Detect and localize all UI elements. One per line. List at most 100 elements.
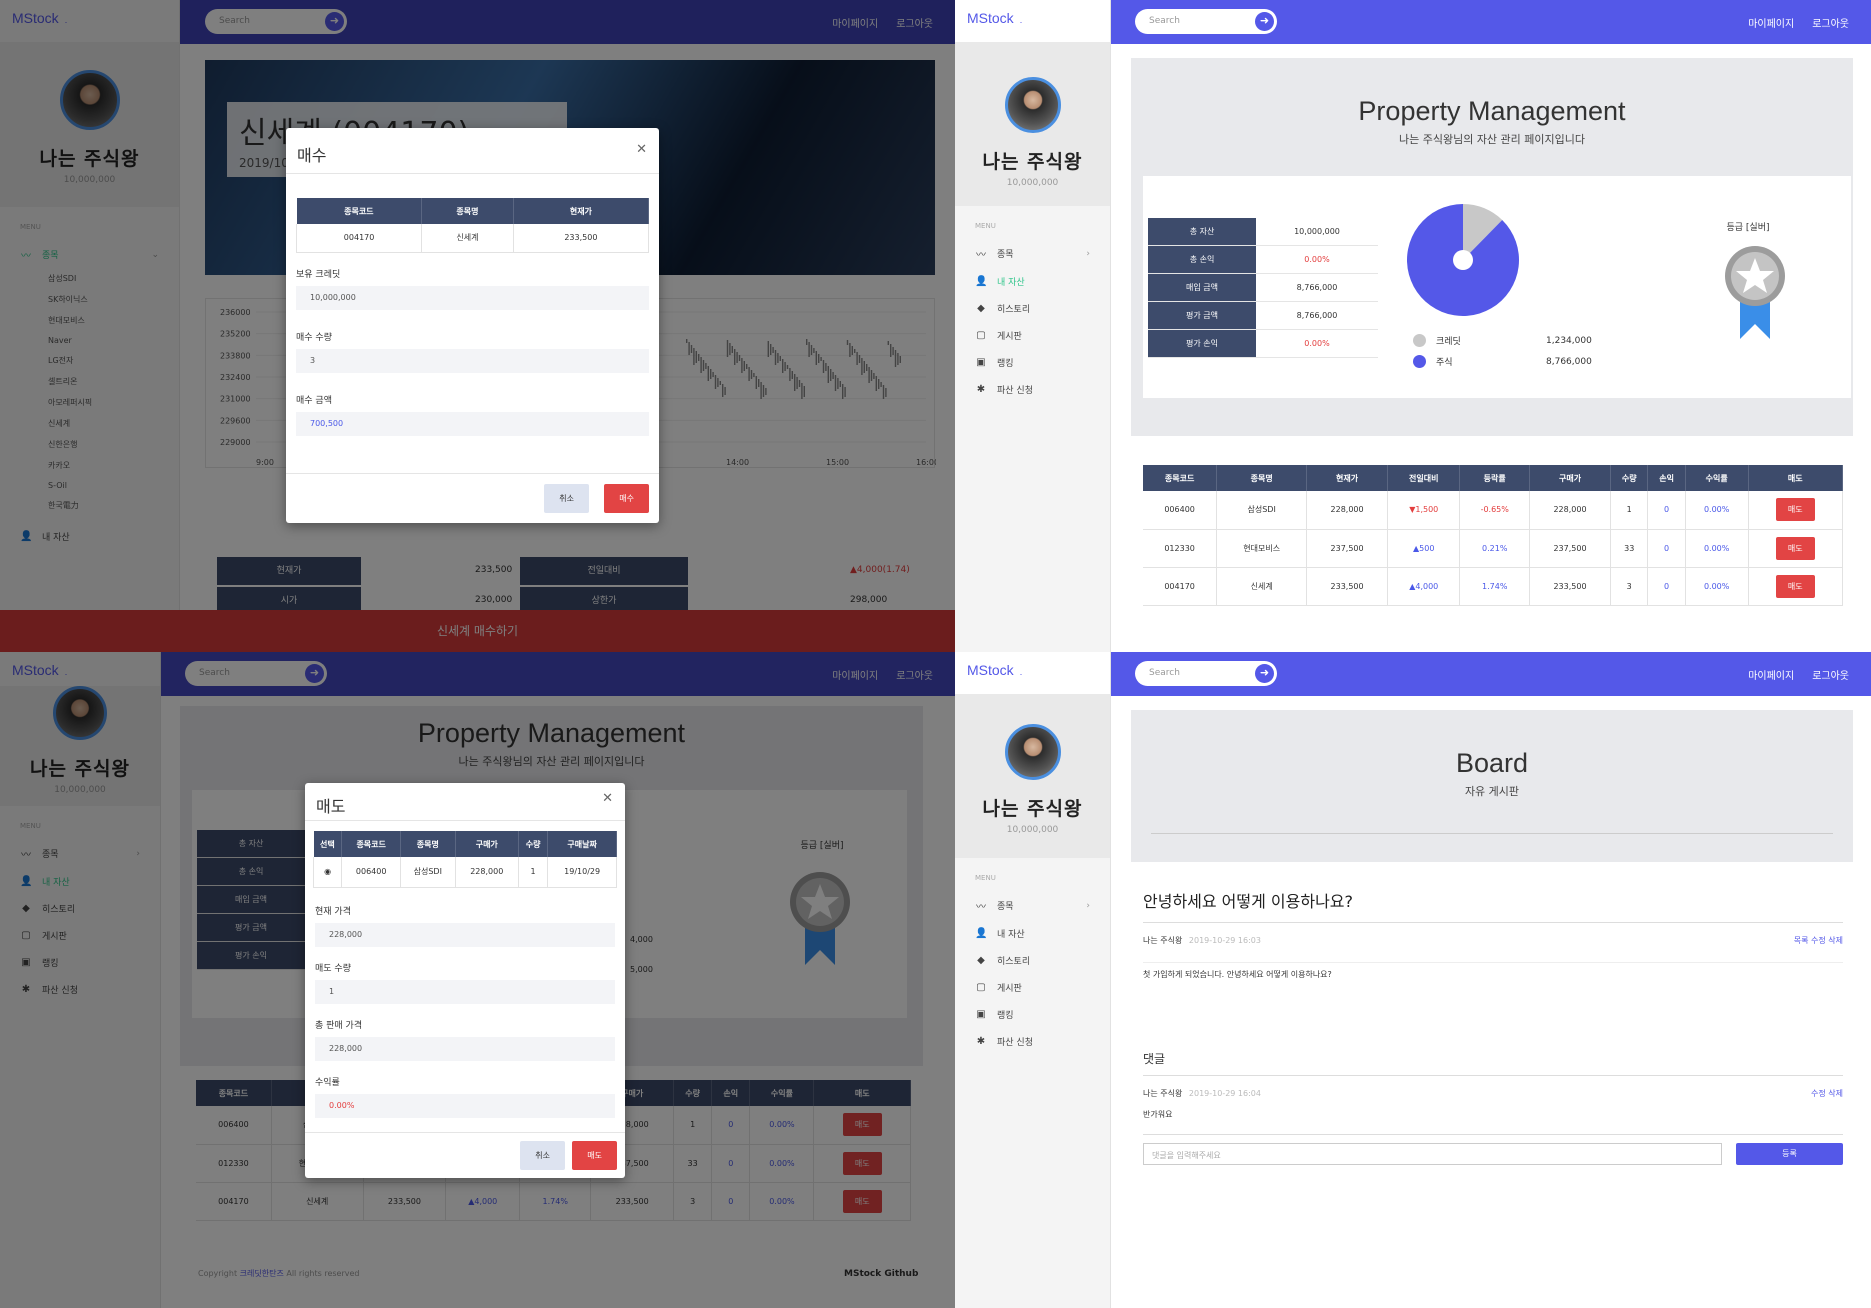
search-input[interactable]: Search➜ — [1135, 9, 1277, 34]
post-title: 안녕하세요 어떻게 이용하나요? — [1143, 888, 1843, 923]
summary-row: 총 손익 0.00% — [1148, 246, 1378, 274]
sidebar-item[interactable]: ▣랭킹 — [955, 1002, 1110, 1029]
post-date: 2019-10-29 16:03 — [1188, 936, 1261, 945]
current-price-field: 228,000 — [315, 922, 615, 947]
credit-label: 보유 크레딧 — [296, 269, 341, 280]
buy-quantity-input[interactable]: 3 — [296, 348, 649, 373]
topbar: Search➜ 마이페이지 로그아웃 — [1111, 652, 1871, 696]
grade-label: 등급 [실버] — [1726, 223, 1770, 233]
profile-card: 나는 주식왕 10,000,000 — [955, 42, 1110, 206]
topbar: Search➜ 마이페이지 로그아웃 — [1111, 0, 1871, 44]
search-arrow-icon[interactable]: ➜ — [1255, 12, 1274, 31]
profile-name: 나는 주식왕 — [982, 151, 1083, 173]
avatar — [1004, 724, 1061, 780]
user-icon: 👤 — [975, 276, 988, 287]
search-arrow-icon[interactable]: ➜ — [1255, 664, 1274, 683]
summary-row: 매입 금액 8,766,000 — [1148, 274, 1378, 302]
logout-link[interactable]: 로그아웃 — [1812, 15, 1849, 30]
sidebar-item[interactable]: 〰종목› — [955, 892, 1110, 921]
sell-screen: MStock. 나는 주식왕 10,000,000 MENU〰종목›👤내 자산◆… — [0, 652, 955, 1308]
silver-medal-icon — [1725, 246, 1785, 339]
sidebar-item[interactable]: ◆히스토리 — [955, 296, 1110, 323]
sidebar-item[interactable]: 👤내 자산 — [955, 269, 1110, 296]
asterisk-icon: ✱ — [976, 1036, 986, 1047]
modal-title: 매도 — [316, 797, 346, 816]
cancel-button[interactable]: 취소 — [544, 484, 589, 513]
sidebar-item[interactable]: 〰종목› — [955, 240, 1110, 269]
sidebar: MStock. 나는 주식왕 10,000,000 MENU〰종목›👤내 자산◆… — [955, 0, 1111, 652]
summary-row: 총 자산 10,000,000 — [1148, 218, 1378, 246]
summary-row: 평가 손익 0.00% — [1148, 330, 1378, 358]
sidebar: MStock. 나는 주식왕 10,000,000 MENU〰종목›👤내 자산◆… — [955, 652, 1111, 1308]
post-actions[interactable]: 목록 수정 삭제 — [1794, 935, 1843, 946]
chart-line-icon: 〰 — [976, 902, 986, 913]
sidebar-item[interactable]: ◆히스토리 — [955, 948, 1110, 975]
comment-actions[interactable]: 수정 삭제 — [1811, 1088, 1843, 1099]
comment-body: 반가워요 — [1143, 1109, 1843, 1135]
sell-confirm-button[interactable]: 매도 — [572, 1141, 617, 1170]
page-title: Board — [1455, 748, 1529, 778]
logo[interactable]: MStock. — [955, 652, 1110, 694]
post: 안녕하세요 어떻게 이용하나요? 나는 주식왕 2019-10-29 16:03… — [1143, 888, 1843, 1165]
total-label: 총 판매 가격 — [315, 1020, 363, 1031]
page-title: Property Management — [1358, 96, 1626, 126]
legend-item: 주식 8,766,000 — [1413, 355, 1603, 368]
close-icon[interactable]: ✕ — [636, 142, 647, 157]
sidebar-item[interactable]: ✱파산 신청 — [955, 1029, 1110, 1056]
comments-title: 댓글 — [1143, 1050, 1843, 1076]
price-label: 현재 가격 — [315, 906, 351, 917]
board-icon: ▢ — [976, 330, 986, 341]
buy-modal: 매수 ✕ 종목코드 종목명 현재가 004170 신세계 233,500 보유 크레딧 1… — [286, 128, 659, 523]
sidebar-item[interactable]: ▢게시판 — [955, 323, 1110, 350]
summary-card: 총 자산 10,000,000 총 손익 0.00% 매입 금액 8,766,000 평가 … — [1143, 176, 1851, 398]
asset-pie-chart — [1407, 204, 1519, 316]
chevron-right-icon: › — [1086, 248, 1090, 259]
asterisk-icon: ✱ — [976, 384, 986, 395]
comment-date: 2019-10-29 16:04 — [1188, 1089, 1261, 1098]
table-row: 004170신세계233,500▲4,0001.74%233,500300.00… — [1143, 567, 1844, 606]
sidebar-item[interactable]: 👤내 자산 — [955, 921, 1110, 948]
search-input[interactable]: Search➜ — [1135, 661, 1277, 686]
summary-row: 평가 금액 8,766,000 — [1148, 302, 1378, 330]
qty-label: 매수 수량 — [296, 332, 332, 343]
cancel-button[interactable]: 취소 — [520, 1141, 565, 1170]
avatar — [1004, 77, 1061, 133]
profile-name: 나는 주식왕 — [982, 798, 1083, 820]
table-row[interactable]: ◉ 006400 삼성SDI 228,000 1 19/10/29 — [312, 857, 617, 888]
mypage-link[interactable]: 마이페이지 — [1748, 667, 1794, 682]
page-subtitle: 자유 게시판 — [1464, 785, 1520, 798]
close-icon[interactable]: ✕ — [602, 791, 613, 806]
layers-icon: ◆ — [977, 303, 985, 314]
sell-button[interactable]: 매도 — [1775, 536, 1815, 560]
sidebar-item[interactable]: ▢게시판 — [955, 975, 1110, 1002]
sidebar-item[interactable]: ▣랭킹 — [955, 350, 1110, 377]
table-row: 012330현대모비스237,500▲5000.21%237,5003300.0… — [1143, 529, 1844, 568]
sell-modal: 매도 ✕ 선택 종목코드 종목명 구매가 수량 구매날짜 ◉ 006400 삼성SDI 228,00… — [305, 783, 625, 1178]
amount-label: 매수 금액 — [296, 395, 332, 406]
comment-author: 나는 주식왕 — [1143, 1089, 1183, 1098]
comment-input[interactable]: 댓글을 입력해주세요 — [1143, 1143, 1722, 1165]
board-icon: ▢ — [976, 982, 986, 993]
logo[interactable]: MStock. — [955, 0, 1110, 42]
layers-icon: ◆ — [977, 955, 985, 966]
post-author: 나는 주식왕 — [1143, 936, 1183, 945]
buy-confirm-button[interactable]: 매수 — [604, 484, 649, 513]
sell-button[interactable]: 매도 — [1775, 498, 1815, 522]
modal-title: 매수 — [297, 146, 327, 165]
qty-label: 매도 수량 — [315, 963, 351, 974]
logout-link[interactable]: 로그아웃 — [1812, 667, 1849, 682]
profile-balance: 10,000,000 — [1006, 178, 1059, 188]
sell-button[interactable]: 매도 — [1775, 574, 1815, 598]
submit-comment-button[interactable]: 등록 — [1736, 1143, 1843, 1165]
buy-stock-table: 종목코드 종목명 현재가 004170 신세계 233,500 — [295, 198, 650, 253]
return-field: 0.00% — [315, 1093, 615, 1118]
holdings-table-wrap: 종목코드종목명현재가전일대비등락률구매가수량손익수익률매도006400삼성SDI… — [1143, 465, 1844, 615]
total-price-field: 228,000 — [315, 1036, 615, 1061]
pie-legend: 크레딧 1,234,000 주식 8,766,000 — [1413, 326, 1603, 376]
stock-detail-screen: MStock. 나는 주식왕 10,000,000 MENU 〰종목⌄ 삼성SD… — [0, 0, 955, 652]
sidebar-menu: MENU 〰종목›👤내 자산◆히스토리▢게시판▣랭킹✱파산 신청 — [955, 206, 1110, 404]
property-screen: MStock. 나는 주식왕 10,000,000 MENU 〰 종목 › 👤 내 자산 ◆… — [955, 0, 1871, 652]
sell-quantity-input[interactable]: 1 — [315, 979, 615, 1004]
mypage-link[interactable]: 마이페이지 — [1748, 15, 1794, 30]
sidebar-item[interactable]: ✱파산 신청 — [955, 377, 1110, 404]
